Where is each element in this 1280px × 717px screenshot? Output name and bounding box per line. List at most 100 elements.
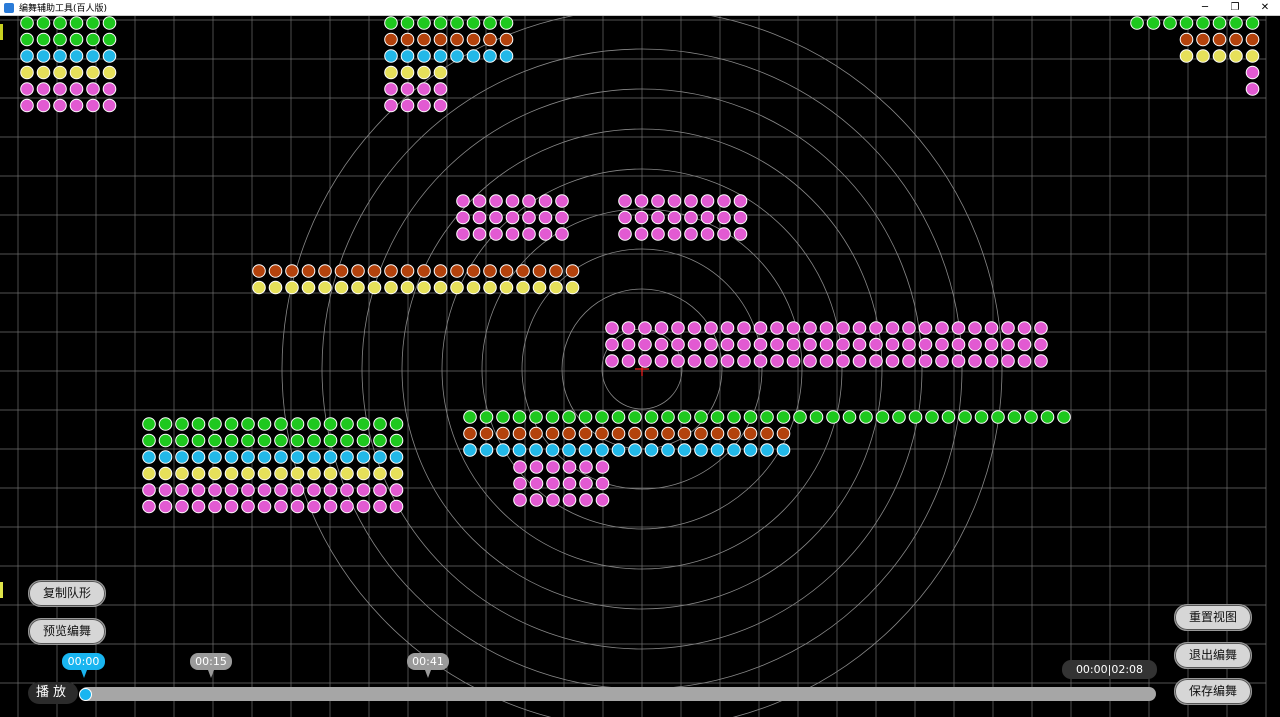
dancer-marker[interactable]: [634, 210, 649, 225]
dancer-marker[interactable]: [562, 410, 576, 424]
dancer-marker[interactable]: [175, 466, 189, 481]
dancer-marker[interactable]: [579, 476, 593, 491]
dancer-marker[interactable]: [36, 65, 51, 80]
dancer-marker[interactable]: [786, 337, 801, 352]
dancer-marker[interactable]: [555, 210, 569, 225]
dancer-marker[interactable]: [654, 354, 669, 368]
dancer-marker[interactable]: [483, 49, 497, 63]
dancer-marker[interactable]: [323, 433, 338, 448]
dancer-marker[interactable]: [142, 450, 156, 464]
dancer-marker[interactable]: [417, 280, 431, 295]
dancer-marker[interactable]: [142, 499, 156, 514]
dancer-marker[interactable]: [20, 16, 34, 30]
timeline-marker[interactable]: 00:41: [407, 653, 449, 678]
dancer-marker[interactable]: [935, 321, 949, 335]
dancer-marker[interactable]: [175, 450, 189, 464]
dancer-marker[interactable]: [241, 483, 255, 497]
dancer-marker[interactable]: [191, 483, 206, 497]
dancer-marker[interactable]: [562, 476, 577, 491]
dancer-marker[interactable]: [466, 264, 481, 278]
dancer-marker[interactable]: [290, 417, 305, 431]
dancer-marker[interactable]: [290, 499, 305, 514]
dancer-marker[interactable]: [241, 450, 255, 464]
dancer-marker[interactable]: [611, 443, 626, 457]
dancer-marker[interactable]: [733, 227, 748, 241]
dancer-marker[interactable]: [529, 410, 543, 424]
dancer-marker[interactable]: [661, 443, 675, 457]
dancer-marker[interactable]: [257, 450, 272, 464]
dancer-marker[interactable]: [991, 410, 1005, 424]
dancer-marker[interactable]: [417, 82, 431, 96]
dancer-marker[interactable]: [935, 337, 949, 352]
dancer-marker[interactable]: [562, 426, 576, 441]
dancer-marker[interactable]: [400, 32, 415, 47]
dancer-marker[interactable]: [224, 466, 239, 481]
dancer-marker[interactable]: [842, 410, 857, 424]
dancer-marker[interactable]: [628, 426, 642, 441]
dancer-marker[interactable]: [638, 337, 652, 352]
dancer-marker[interactable]: [257, 499, 272, 514]
dancer-marker[interactable]: [340, 417, 354, 431]
dancer-marker[interactable]: [760, 426, 774, 441]
dancer-marker[interactable]: [373, 483, 387, 497]
dancer-marker[interactable]: [968, 337, 982, 352]
dancer-marker[interactable]: [301, 280, 316, 295]
dancer-marker[interactable]: [710, 410, 725, 424]
dancer-marker[interactable]: [1245, 49, 1260, 63]
dancer-marker[interactable]: [373, 450, 387, 464]
dancer-marker[interactable]: [373, 466, 387, 481]
dancer-marker[interactable]: [562, 493, 577, 507]
dancer-marker[interactable]: [918, 354, 933, 368]
dancer-marker[interactable]: [69, 16, 84, 30]
dancer-marker[interactable]: [384, 49, 398, 63]
dancer-marker[interactable]: [760, 410, 774, 424]
dancer-marker[interactable]: [208, 450, 222, 464]
dancer-marker[interactable]: [499, 49, 514, 63]
dancer-marker[interactable]: [456, 194, 470, 208]
dancer-marker[interactable]: [579, 460, 593, 474]
dancer-marker[interactable]: [433, 82, 448, 96]
dancer-marker[interactable]: [605, 321, 619, 335]
dancer-marker[interactable]: [340, 499, 354, 514]
dancer-marker[interactable]: [1179, 32, 1194, 47]
dancer-marker[interactable]: [1024, 410, 1038, 424]
timeline-playhead[interactable]: [79, 688, 92, 701]
dancer-marker[interactable]: [417, 65, 431, 80]
dancer-marker[interactable]: [86, 32, 100, 47]
dancer-marker[interactable]: [479, 410, 494, 424]
dancer-marker[interactable]: [456, 227, 470, 241]
dancer-marker[interactable]: [102, 32, 117, 47]
dancer-marker[interactable]: [1034, 354, 1048, 368]
dancer-marker[interactable]: [836, 337, 850, 352]
dancer-marker[interactable]: [1017, 354, 1032, 368]
dancer-marker[interactable]: [1040, 410, 1055, 424]
dancer-marker[interactable]: [499, 264, 514, 278]
timeline-track[interactable]: [80, 687, 1156, 701]
dancer-marker[interactable]: [743, 426, 758, 441]
play-button[interactable]: 播放: [28, 682, 78, 704]
dancer-marker[interactable]: [208, 499, 222, 514]
dancer-marker[interactable]: [654, 321, 669, 335]
dancer-marker[interactable]: [704, 354, 718, 368]
dancer-marker[interactable]: [538, 227, 553, 241]
dancer-marker[interactable]: [902, 337, 916, 352]
dancer-marker[interactable]: [737, 321, 751, 335]
dancer-marker[interactable]: [869, 354, 883, 368]
dancer-marker[interactable]: [743, 410, 758, 424]
dancer-marker[interactable]: [984, 321, 999, 335]
dancer-marker[interactable]: [700, 194, 715, 208]
dancer-marker[interactable]: [257, 466, 272, 481]
dancer-marker[interactable]: [737, 337, 751, 352]
dancer-marker[interactable]: [274, 433, 288, 448]
dancer-marker[interactable]: [466, 16, 481, 30]
dancer-marker[interactable]: [578, 443, 593, 457]
dancer-marker[interactable]: [340, 450, 354, 464]
dancer-marker[interactable]: [565, 280, 580, 295]
dancer-marker[interactable]: [389, 466, 404, 481]
dancer-marker[interactable]: [529, 476, 544, 491]
dancer-marker[interactable]: [516, 264, 530, 278]
dancer-marker[interactable]: [562, 460, 577, 474]
dancer-marker[interactable]: [720, 321, 735, 335]
dancer-marker[interactable]: [1034, 337, 1048, 352]
dancer-marker[interactable]: [704, 321, 718, 335]
